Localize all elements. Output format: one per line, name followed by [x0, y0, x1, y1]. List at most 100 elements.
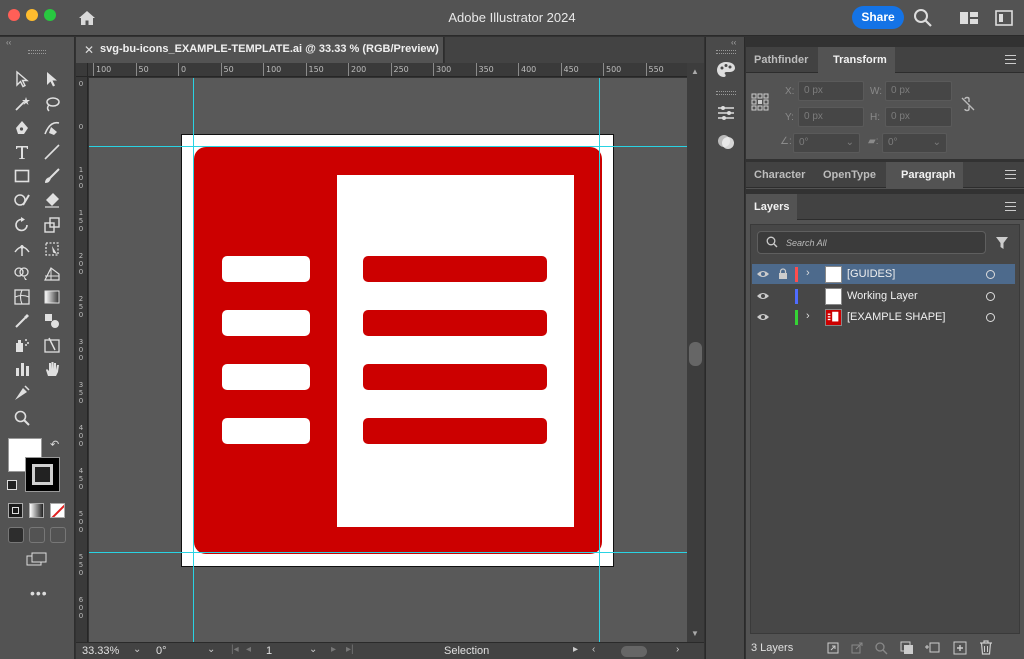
tab-pathfinder[interactable]: Pathfinder — [746, 47, 816, 73]
draw-inside-icon[interactable] — [50, 527, 66, 543]
hscroll-left-icon[interactable]: ‹ — [592, 644, 595, 655]
collapse-tools-icon[interactable]: ‹‹ — [6, 38, 11, 47]
workspace-switcher-icon[interactable] — [994, 8, 1014, 28]
layer-row-working[interactable]: Working Layer — [752, 286, 1015, 307]
line-segment-tool-icon[interactable] — [41, 141, 63, 163]
locate-object-icon[interactable] — [850, 641, 864, 655]
selection-tool-icon[interactable] — [11, 68, 33, 90]
lock-icon[interactable] — [778, 268, 788, 280]
curvature-tool-icon[interactable] — [41, 117, 63, 139]
swap-fill-stroke-icon[interactable]: ↶ — [50, 438, 59, 451]
reference-point-icon[interactable] — [751, 93, 769, 111]
zoom-dropdown-icon[interactable]: ⌄ — [133, 644, 141, 655]
eraser-tool-icon[interactable] — [41, 189, 63, 211]
none-mode-button[interactable] — [50, 503, 65, 518]
guide-vertical-right[interactable] — [599, 78, 600, 642]
arrange-documents-icon[interactable] — [959, 8, 979, 28]
shear-angle-field[interactable]: 0° ⌄ — [882, 133, 947, 153]
layer-row-example-shape[interactable]: › [EXAMPLE SHAPE] — [752, 307, 1015, 328]
tab-paragraph[interactable]: Paragraph — [886, 162, 964, 188]
rotation-value[interactable]: 0° — [156, 645, 167, 659]
rotate-dropdown-icon[interactable]: ⌄ — [846, 134, 854, 152]
rotation-dropdown-icon[interactable]: ⌄ — [207, 644, 215, 655]
free-transform-tool-icon[interactable] — [41, 238, 63, 260]
column-graph-tool-icon[interactable] — [11, 358, 33, 380]
rotate-angle-field[interactable]: 0° ⌄ — [793, 133, 860, 153]
next-artboard-icon[interactable]: ▸ — [331, 644, 336, 655]
paintbrush-tool-icon[interactable] — [41, 165, 63, 187]
canvas-vertical-scrollbar[interactable]: ▲ ▼ — [687, 63, 704, 642]
blend-tool-icon[interactable] — [41, 310, 63, 332]
filter-icon[interactable] — [995, 236, 1009, 250]
status-menu-icon[interactable]: ▸ — [573, 644, 578, 655]
make-clipping-mask-icon[interactable] — [900, 641, 914, 655]
canvas[interactable] — [89, 78, 687, 642]
create-sublayer-icon[interactable] — [924, 641, 940, 655]
hscroll-right-icon[interactable]: › — [676, 644, 679, 655]
guide-vertical-left[interactable] — [193, 78, 194, 642]
layers-search-box[interactable]: Search All — [757, 231, 986, 254]
find-icon[interactable] — [874, 641, 888, 655]
zoom-level[interactable]: 33.33% — [82, 645, 119, 659]
tab-layers[interactable]: Layers — [746, 194, 798, 220]
height-field[interactable]: 0 px — [885, 107, 952, 127]
shape-builder-tool-icon[interactable] — [11, 262, 33, 284]
mesh-tool-icon[interactable] — [11, 286, 33, 308]
close-document-icon[interactable]: ✕ — [84, 43, 94, 57]
create-new-layer-icon[interactable] — [953, 641, 967, 655]
tab-transform[interactable]: Transform — [818, 47, 895, 73]
artboard-dropdown-icon[interactable]: ⌄ — [309, 644, 317, 655]
scroll-up-icon[interactable]: ▲ — [691, 67, 699, 76]
magic-wand-tool-icon[interactable] — [11, 93, 33, 115]
scroll-down-icon[interactable]: ▼ — [691, 629, 699, 638]
type-panel-menu-icon[interactable] — [1005, 170, 1016, 179]
pen-tool-icon[interactable] — [11, 117, 33, 139]
gradient-tool-icon[interactable] — [41, 286, 63, 308]
constrain-proportions-icon[interactable] — [960, 96, 976, 112]
stroke-swatch[interactable] — [25, 457, 60, 492]
dock-grip-2[interactable] — [716, 91, 736, 95]
draw-normal-icon[interactable] — [8, 527, 24, 543]
guide-horizontal-top[interactable] — [89, 146, 687, 147]
layer-name[interactable]: Working Layer — [847, 290, 918, 302]
artboard[interactable] — [181, 134, 614, 567]
first-artboard-icon[interactable]: |◂ — [231, 644, 239, 655]
appearance-circles-icon[interactable] — [715, 131, 737, 153]
zoom-tool-icon[interactable] — [11, 407, 33, 429]
expand-chevron-icon[interactable]: › — [806, 310, 810, 322]
symbol-sprayer-tool-icon[interactable] — [11, 334, 33, 356]
visibility-eye-icon[interactable] — [756, 312, 770, 322]
perspective-grid-tool-icon[interactable] — [41, 262, 63, 284]
last-artboard-icon[interactable]: ▸| — [346, 644, 354, 655]
gradient-mode-button[interactable] — [29, 503, 44, 518]
layers-panel-menu-icon[interactable] — [1005, 202, 1016, 211]
artboard-number[interactable]: 1 — [266, 645, 272, 659]
expand-chevron-icon[interactable]: › — [806, 267, 810, 279]
previous-artboard-icon[interactable]: ◂ — [246, 644, 251, 655]
layer-name[interactable]: [GUIDES] — [847, 268, 895, 280]
screen-mode-icon[interactable] — [26, 552, 48, 566]
eyedropper-tool-icon[interactable] — [11, 310, 33, 332]
rotate-tool-icon[interactable] — [11, 214, 33, 236]
shear-dropdown-icon[interactable]: ⌄ — [933, 134, 941, 152]
layer-target-circle[interactable] — [986, 313, 995, 322]
rectangle-tool-icon[interactable] — [11, 165, 33, 187]
share-button[interactable]: Share — [852, 6, 904, 29]
scroll-thumb[interactable] — [689, 342, 702, 366]
visibility-eye-icon[interactable] — [756, 291, 770, 301]
color-palette-icon[interactable] — [715, 59, 737, 81]
artboard-tool-icon[interactable] — [11, 382, 33, 404]
document-icon-artwork[interactable] — [182, 135, 615, 568]
layer-target-circle[interactable] — [986, 292, 995, 301]
hand-tool-icon[interactable] — [41, 358, 63, 380]
properties-sliders-icon[interactable] — [715, 102, 737, 124]
visibility-eye-icon[interactable] — [756, 269, 770, 279]
tools-panel-grip[interactable] — [28, 50, 46, 54]
type-tool-icon[interactable] — [11, 141, 33, 163]
transform-panel-menu-icon[interactable] — [1005, 55, 1016, 64]
dock-grip-1[interactable] — [716, 50, 736, 54]
collect-for-export-icon[interactable] — [826, 641, 840, 655]
document-tab[interactable]: ✕ svg-bu-icons_EXAMPLE-TEMPLATE.ai @ 33.… — [76, 37, 444, 63]
tab-character[interactable]: Character — [746, 162, 813, 188]
guide-horizontal-bottom[interactable] — [89, 552, 687, 553]
